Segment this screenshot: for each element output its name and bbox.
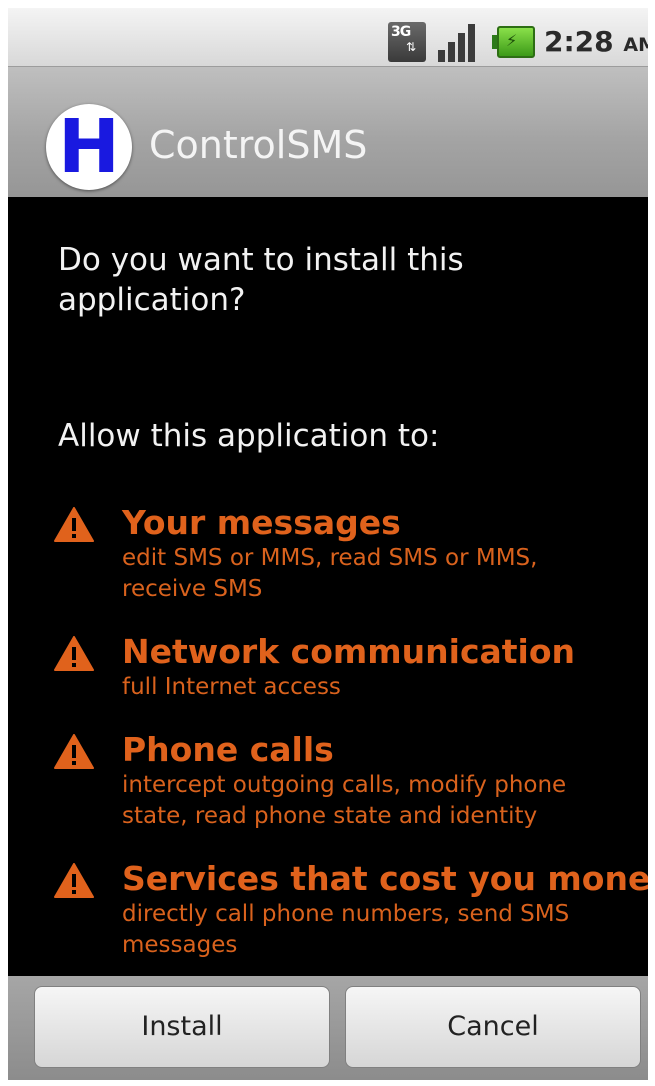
permission-description: full Internet access	[122, 674, 341, 700]
install-button[interactable]: Install	[34, 986, 330, 1068]
warning-icon	[54, 507, 94, 542]
app-icon-letter: H	[58, 104, 120, 190]
app-icon: H	[46, 104, 132, 190]
title-bar: H ControlSMS	[8, 67, 648, 197]
permission-description: directly call phone numbers, send SMS me…	[122, 901, 570, 958]
status-bar: 3G ⇅ ⚡ 2:28 AM	[8, 8, 648, 67]
app-name: ControlSMS	[149, 123, 368, 167]
install-question: Do you want to install this application?	[58, 242, 464, 318]
warning-icon	[54, 734, 94, 769]
warning-icon	[54, 636, 94, 671]
battery-charging-icon: ⚡	[492, 26, 536, 58]
permission-title: Phone calls	[122, 730, 334, 769]
permission-description: edit SMS or MMS, read SMS or MMS, receiv…	[122, 545, 538, 602]
status-clock: 2:28 AM	[544, 22, 648, 65]
clock-time: 2:28	[544, 25, 614, 58]
signal-strength-icon	[436, 22, 480, 62]
3g-data-icon: 3G ⇅	[388, 22, 426, 62]
clock-ampm: AM	[623, 34, 648, 56]
permission-description: intercept outgoing calls, modify phone s…	[122, 772, 567, 829]
network-type-label: 3G	[391, 24, 411, 40]
allow-heading: Allow this application to:	[58, 418, 440, 454]
install-screen: 3G ⇅ ⚡ 2:28 AM H ControlSMS Do you want …	[8, 8, 648, 1080]
permission-title: Services that cost you money	[122, 859, 648, 898]
permission-title: Network communication	[122, 632, 576, 671]
cancel-button[interactable]: Cancel	[345, 986, 641, 1068]
warning-icon	[54, 863, 94, 898]
button-bar: Install Cancel	[8, 976, 648, 1080]
permission-title: Your messages	[122, 503, 401, 542]
